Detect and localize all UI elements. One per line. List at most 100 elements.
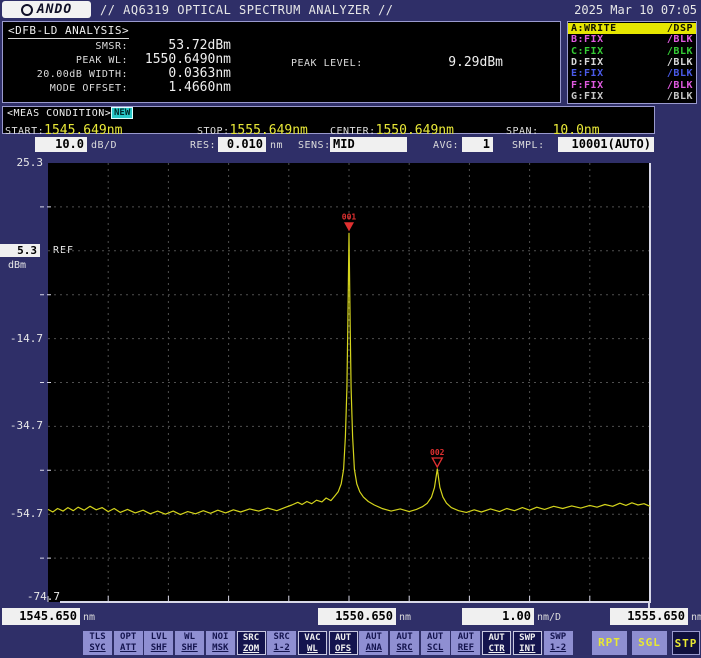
softkey-wl-shf[interactable]: WLSHF <box>175 631 204 655</box>
x-axis-unit: nm <box>691 612 701 623</box>
softkey-line2: WL <box>307 644 318 654</box>
x-axis-label-1: 1550.650nm <box>318 605 411 622</box>
meas-field-center: CENTER:1550.649nm <box>330 119 454 138</box>
trace-row-a[interactable]: A:WRITE/DSP <box>568 23 696 34</box>
softkey-aut-scl[interactable]: AUTSCL <box>421 631 450 655</box>
softkey-line1: AUT <box>427 632 443 642</box>
softkey-line2: 1-2 <box>274 643 290 653</box>
trace-row-c[interactable]: C:FIX/BLK <box>568 46 696 57</box>
sweep-button-rpt[interactable]: RPT <box>592 631 627 655</box>
softkey-vac-wl[interactable]: VACWL <box>298 631 327 655</box>
x-axis-label-2: 1.00nm/D <box>462 605 561 622</box>
softkey-line2: ANA <box>366 643 382 653</box>
y-axis-tick-label: 25.3 <box>0 156 43 169</box>
softkey-aut-ofs[interactable]: AUTOFS <box>329 631 358 655</box>
datetime: 2025 Mar 10 07:05 <box>574 3 697 17</box>
softkey-aut-ctr[interactable]: AUTCTR <box>482 631 511 655</box>
softkey-line2: SRC <box>396 643 412 653</box>
trace-display-mode: /BLK <box>667 68 693 79</box>
meas-condition-panel: <MEAS CONDITION> NEW START:1545.649nm ST… <box>2 106 655 134</box>
softkey-src-1-2[interactable]: SRC1-2 <box>267 631 296 655</box>
trace-row-e[interactable]: E:FIX/BLK <box>568 68 696 79</box>
x-axis-value-box[interactable]: 1550.650 <box>318 608 396 625</box>
meas-field-label: STOP: <box>197 126 230 137</box>
softkey-line1: WL <box>184 632 195 642</box>
trace-display-mode: /BLK <box>667 80 693 91</box>
res-label: RES: <box>190 140 216 151</box>
softkey-line2: SHF <box>181 643 197 653</box>
smpl-label: SMPL: <box>512 140 545 151</box>
softkey-line1: AUT <box>366 632 382 642</box>
y-axis-tick-label: -34.7 <box>0 419 43 432</box>
trace-row-b[interactable]: B:FIX/BLK <box>568 34 696 45</box>
sweep-button-stp[interactable]: STP <box>672 631 700 655</box>
softkey-line2: INT <box>519 644 535 654</box>
trace-status-panel: A:WRITE/DSPB:FIX/BLKC:FIX/BLKD:FIX/BLKE:… <box>567 21 697 104</box>
meas-field-stop: STOP:1555.649nm <box>197 119 308 138</box>
softkey-src-zom[interactable]: SRCZOM <box>237 631 266 655</box>
ref-line-label: REF <box>53 245 74 256</box>
softkey-line1: VAC <box>304 633 320 643</box>
y-axis-tick-label: -54.7 <box>0 507 43 520</box>
softkey-line2: ZOM <box>243 644 259 654</box>
meas-field-label: CENTER: <box>330 126 376 137</box>
level-scale-field[interactable]: 10.0 <box>35 137 87 152</box>
ando-logo: ANDO <box>2 1 91 18</box>
meas-field-value: 1545.649nm <box>44 123 122 138</box>
softkey-line2: SYC <box>89 643 105 653</box>
trace-name: E:FIX <box>571 68 604 79</box>
plot-area <box>48 163 650 602</box>
analysis-heading: <DFB-LD ANALYSIS> <box>8 24 129 39</box>
x-axis-value-box[interactable]: 1555.650 <box>610 608 688 625</box>
level-scale-unit: dB/D <box>91 140 117 151</box>
softkey-line1: SWP <box>550 632 566 642</box>
peak-level-label: PEAK LEVEL: <box>291 58 363 69</box>
meas-field-value: 1550.649nm <box>376 123 454 138</box>
softkey-aut-ref[interactable]: AUTREF <box>451 631 480 655</box>
softkey-line1: SRC <box>243 633 259 643</box>
avg-field[interactable]: 1 <box>462 137 493 152</box>
analysis-label: SMSR: <box>3 41 128 52</box>
softkey-swp-1-2[interactable]: SWP1-2 <box>544 631 573 655</box>
meas-field-value: 10.0nm <box>553 123 600 138</box>
trace-row-f[interactable]: F:FIX/BLK <box>568 80 696 91</box>
res-unit: nm <box>270 140 283 151</box>
trace-name: B:FIX <box>571 34 604 45</box>
x-axis-value-box[interactable]: 1545.650 <box>2 608 80 625</box>
trace-name: G:FIX <box>571 91 604 102</box>
trace-display-mode: /BLK <box>667 57 693 68</box>
x-axis-value-box[interactable]: 1.00 <box>462 608 534 625</box>
x-axis-unit: nm <box>399 612 411 623</box>
meas-heading: <MEAS CONDITION> <box>7 108 111 119</box>
softkey-line1: NOI <box>212 632 228 642</box>
trace-name: F:FIX <box>571 80 604 91</box>
softkey-line1: TLS <box>89 632 105 642</box>
sweep-button-sgl[interactable]: SGL <box>632 631 667 655</box>
softkey-line2: ATT <box>120 643 136 653</box>
trace-row-d[interactable]: D:FIX/BLK <box>568 57 696 68</box>
softkey-aut-src[interactable]: AUTSRC <box>390 631 419 655</box>
trace-display-mode: /DSP <box>667 23 693 34</box>
trace-row-g[interactable]: G:FIX/BLK <box>568 91 696 102</box>
softkey-swp-int[interactable]: SWPINT <box>513 631 542 655</box>
ando-logo-mark-icon <box>21 4 33 16</box>
trace-name: A:WRITE <box>571 23 617 34</box>
softkey-lvl-shf[interactable]: LVLSHF <box>144 631 173 655</box>
y-axis-tick-label: -74.7 <box>17 590 60 603</box>
analysis-value: 1.4660nm <box>131 80 231 95</box>
y-axis-tick-label[interactable]: 5.3 <box>0 244 40 257</box>
softkey-aut-ana[interactable]: AUTANA <box>359 631 388 655</box>
softkey-line1: SRC <box>274 632 290 642</box>
analysis-value: 53.72dBm <box>131 38 231 53</box>
softkey-tls-syc[interactable]: TLSSYC <box>83 631 112 655</box>
softkey-line2: SHF <box>151 643 167 653</box>
softkey-line1: AUT <box>396 632 412 642</box>
smpl-field[interactable]: 10001(AUTO) <box>558 137 654 152</box>
softkey-opt-att[interactable]: OPTATT <box>114 631 143 655</box>
analysis-row-mode-offset: MODE OFFSET: 1.4660nm <box>3 80 560 94</box>
meas-field-label: SPAN: <box>506 126 539 137</box>
res-field[interactable]: 0.010 <box>218 137 266 152</box>
softkey-noi-msk[interactable]: NOIMSK <box>206 631 235 655</box>
sens-field[interactable]: MID <box>330 137 407 152</box>
softkey-line1: AUT <box>458 632 474 642</box>
